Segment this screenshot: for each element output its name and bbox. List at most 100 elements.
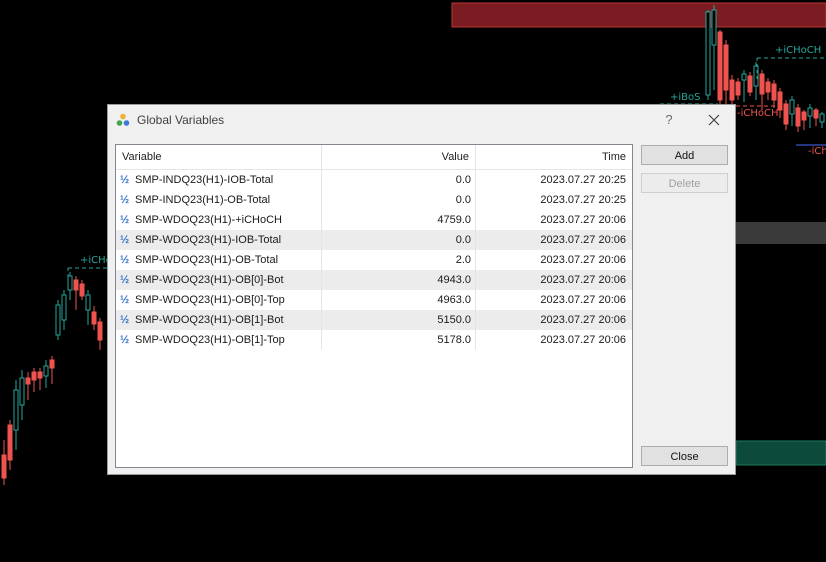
table-row[interactable]: ½ SMP-WDOQ23(H1)-OB[0]-Top 4963.0 2023.07… bbox=[116, 290, 632, 310]
table-row[interactable]: ½ SMP-WDOQ23(H1)-IOB-Total 0.0 2023.07.27… bbox=[116, 230, 632, 250]
candle-body bbox=[711, 9, 717, 46]
candle-body bbox=[783, 103, 789, 125]
time-cell: 2023.07.27 20:25 bbox=[540, 194, 626, 206]
time-cell: 2023.07.27 20:25 bbox=[540, 174, 626, 186]
table-row[interactable]: ½ SMP-WDOQ23(H1)-OB-Total 2.0 2023.07.27 … bbox=[116, 250, 632, 270]
time-cell: 2023.07.27 20:06 bbox=[540, 274, 626, 286]
value-cell: 0.0 bbox=[322, 230, 476, 250]
variable-cell: ½ SMP-INDQ23(H1)-IOB-Total bbox=[116, 170, 322, 190]
column-header-variable[interactable]: Variable bbox=[116, 145, 322, 169]
candle-body bbox=[759, 73, 765, 95]
value-cell: 5178.0 bbox=[322, 330, 476, 350]
half-icon: ½ bbox=[120, 334, 130, 346]
variable-name: SMP-WDOQ23(H1)-OB-Total bbox=[135, 254, 279, 266]
time-cell: 2023.07.27 20:06 bbox=[540, 254, 626, 266]
candle-body bbox=[771, 83, 777, 101]
half-icon: ½ bbox=[120, 234, 130, 246]
table-row[interactable]: ½ SMP-WDOQ23(H1)-OB[0]-Bot 4943.0 2023.07… bbox=[116, 270, 632, 290]
variable-name: SMP-INDQ23(H1)-IOB-Total bbox=[135, 174, 274, 186]
candle-body bbox=[765, 81, 771, 93]
value-cell: 4963.0 bbox=[322, 290, 476, 310]
variable-cell: ½ SMP-WDOQ23(H1)-OB[1]-Top bbox=[116, 330, 322, 350]
title-bar[interactable]: Global Variables ? bbox=[108, 105, 735, 135]
time-cell: 2023.07.27 20:06 bbox=[540, 214, 626, 226]
candle-body bbox=[795, 107, 801, 127]
value-cell: 0.0 bbox=[322, 190, 476, 210]
candle-body bbox=[79, 283, 85, 297]
ich-neg-right-label: -iCh bbox=[808, 146, 826, 157]
candle-body bbox=[73, 279, 79, 291]
add-button[interactable]: Add bbox=[641, 145, 728, 165]
candle-body bbox=[723, 44, 729, 91]
half-icon: ½ bbox=[120, 254, 130, 266]
table-row[interactable]: ½ SMP-WDOQ23(H1)-OB[1]-Bot 5150.0 2023.07… bbox=[116, 310, 632, 330]
value-cell: 4759.0 bbox=[322, 210, 476, 230]
candle-body bbox=[67, 275, 73, 291]
variable-cell: ½ SMP-WDOQ23(H1)-OB[0]-Top bbox=[116, 290, 322, 310]
candle-body bbox=[1, 454, 7, 479]
variable-cell: ½ SMP-WDOQ23(H1)-OB[1]-Bot bbox=[116, 310, 322, 330]
dialog-title: Global Variables bbox=[137, 113, 225, 127]
candle-body bbox=[789, 99, 795, 115]
half-icon: ½ bbox=[120, 314, 130, 326]
candle-body bbox=[819, 113, 825, 123]
candle-body bbox=[735, 81, 741, 96]
column-header-time[interactable]: Time bbox=[476, 145, 632, 169]
table-row[interactable]: ½ SMP-INDQ23(H1)-OB-Total 0.0 2023.07.27 … bbox=[116, 190, 632, 210]
variables-list[interactable]: Variable Value Time ½ SMP-INDQ23(H1)-IOB-… bbox=[115, 144, 633, 468]
variable-cell: ½ SMP-WDOQ23(H1)-OB-Total bbox=[116, 250, 322, 270]
ibos-label: +iBoS bbox=[670, 92, 701, 103]
variable-cell: ½ SMP-WDOQ23(H1)-+iCHoCH bbox=[116, 210, 322, 230]
candle-body bbox=[7, 424, 13, 461]
table-row[interactable]: ½ SMP-WDOQ23(H1)-OB[1]-Top 5178.0 2023.07… bbox=[116, 330, 632, 350]
list-rows: ½ SMP-INDQ23(H1)-IOB-Total 0.0 2023.07.27… bbox=[116, 170, 632, 350]
help-button[interactable]: ? bbox=[659, 110, 679, 130]
candle-body bbox=[807, 107, 813, 117]
candle-body bbox=[55, 304, 61, 336]
value-cell: 0.0 bbox=[322, 170, 476, 190]
time-cell: 2023.07.27 20:06 bbox=[540, 314, 626, 326]
ichoch-neg-label: -iCHoCH bbox=[737, 108, 779, 119]
candle-body bbox=[91, 311, 97, 325]
candle-body bbox=[801, 111, 807, 121]
variable-name: SMP-WDOQ23(H1)-OB[1]-Top bbox=[135, 334, 285, 346]
supply-zone bbox=[451, 2, 826, 28]
variable-cell: ½ SMP-WDOQ23(H1)-IOB-Total bbox=[116, 230, 322, 250]
value-cell: 5150.0 bbox=[322, 310, 476, 330]
column-header-value[interactable]: Value bbox=[322, 145, 476, 169]
variable-name: SMP-WDOQ23(H1)-IOB-Total bbox=[135, 234, 282, 246]
variable-cell: ½ SMP-INDQ23(H1)-OB-Total bbox=[116, 190, 322, 210]
ichoch-pos-top-label: +iCHoCH bbox=[775, 45, 822, 56]
neutral-zone bbox=[736, 222, 826, 244]
variable-name: SMP-INDQ23(H1)-OB-Total bbox=[135, 194, 271, 206]
list-header: Variable Value Time bbox=[116, 145, 632, 170]
delete-button[interactable]: Delete bbox=[641, 173, 728, 193]
global-variables-dialog: Global Variables ? Variable Value Time ½… bbox=[107, 104, 736, 475]
close-icon[interactable] bbox=[704, 110, 724, 130]
candle-body bbox=[813, 109, 819, 119]
candle-body bbox=[777, 91, 783, 111]
table-row[interactable]: ½ SMP-INDQ23(H1)-IOB-Total 0.0 2023.07.27… bbox=[116, 170, 632, 190]
variable-name: SMP-WDOQ23(H1)-+iCHoCH bbox=[135, 214, 282, 226]
time-cell: 2023.07.27 20:06 bbox=[540, 334, 626, 346]
variable-name: SMP-WDOQ23(H1)-OB[0]-Top bbox=[135, 294, 285, 306]
candle-body bbox=[729, 79, 735, 101]
variable-name: SMP-WDOQ23(H1)-OB[0]-Bot bbox=[135, 274, 284, 286]
half-icon: ½ bbox=[120, 174, 130, 186]
candle-body bbox=[741, 73, 747, 81]
candle-body bbox=[717, 31, 723, 101]
candle-body bbox=[13, 389, 19, 431]
candle-body bbox=[19, 377, 25, 406]
demand-zone bbox=[735, 440, 826, 466]
half-icon: ½ bbox=[120, 214, 130, 226]
candle-body bbox=[31, 371, 37, 381]
time-cell: 2023.07.27 20:06 bbox=[540, 234, 626, 246]
half-icon: ½ bbox=[120, 294, 130, 306]
half-icon: ½ bbox=[120, 194, 130, 206]
candle-body bbox=[61, 294, 67, 321]
candle-body bbox=[705, 11, 711, 96]
time-cell: 2023.07.27 20:06 bbox=[540, 294, 626, 306]
close-button[interactable]: Close bbox=[641, 446, 728, 466]
table-row[interactable]: ½ SMP-WDOQ23(H1)-+iCHoCH 4759.0 2023.07.2… bbox=[116, 210, 632, 230]
variable-cell: ½ SMP-WDOQ23(H1)-OB[0]-Bot bbox=[116, 270, 322, 290]
